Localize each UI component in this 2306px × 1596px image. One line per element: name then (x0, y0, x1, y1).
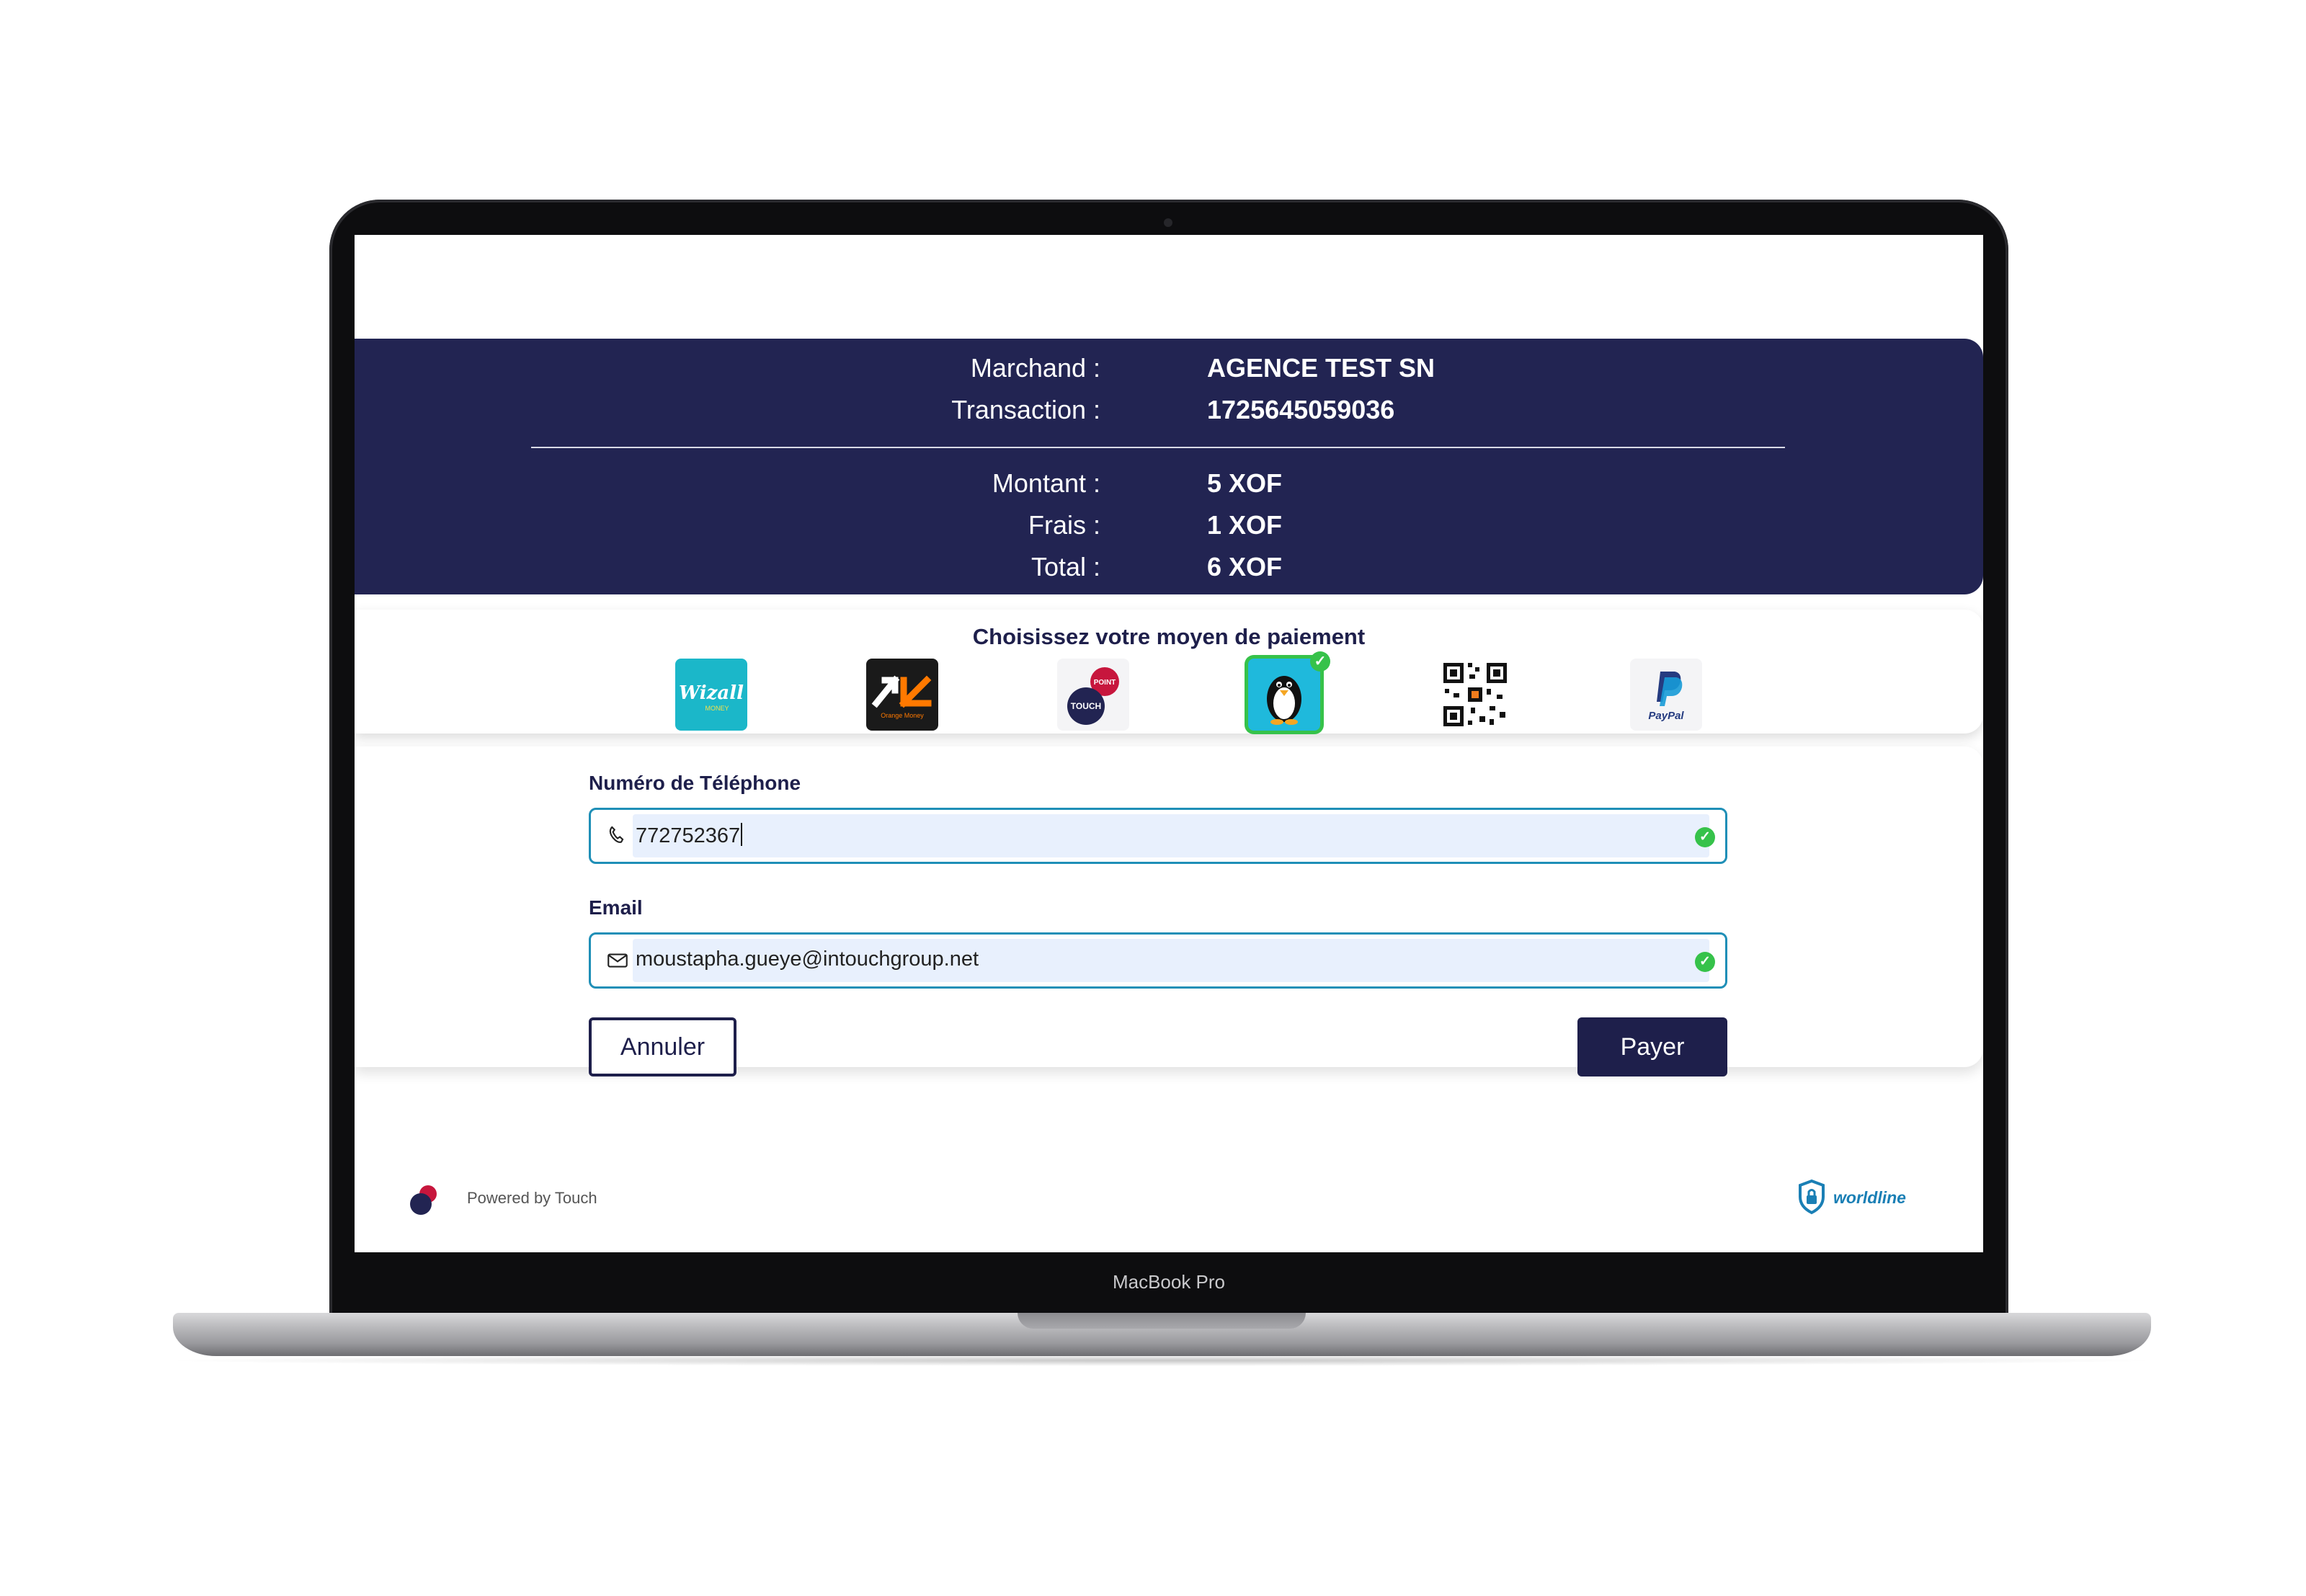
fees-label: Frais : (1028, 510, 1100, 540)
laptop-base (173, 1313, 2151, 1356)
touch-footer-logo-icon (410, 1185, 437, 1215)
wizall-money-option[interactable]: Wizall MONEY (675, 659, 747, 731)
amount-row: Montant : 5 XOF (355, 468, 1983, 504)
laptop-shadow (155, 1355, 2169, 1366)
email-field[interactable]: moustapha.gueye@intouchgroup.net ✓ (589, 932, 1727, 989)
touch-point-option[interactable]: POINT TOUCH (1057, 659, 1129, 731)
camera-dot (1164, 218, 1172, 227)
phone-field[interactable]: 772752367 ✓ (589, 808, 1727, 864)
paypal-option[interactable]: PayPal (1630, 659, 1702, 731)
qr-code-icon (1443, 663, 1507, 726)
worldline-security-badge-icon: worldline (1799, 1179, 1906, 1215)
svg-text:TOUCH: TOUCH (1071, 701, 1101, 711)
merchant-row: Marchand : AGENCE TEST SN (355, 353, 1983, 389)
summary-divider (531, 447, 1785, 448)
payment-methods-title: Choisissez votre moyen de paiement (972, 624, 1366, 649)
cancel-button[interactable]: Annuler (589, 1017, 736, 1076)
touch-point-logo-icon: POINT TOUCH (1067, 667, 1119, 725)
transaction-row: Transaction : 1725645059036 (355, 395, 1983, 431)
svg-text:POINT: POINT (1094, 679, 1116, 687)
email-label: Email (589, 896, 643, 919)
laptop-lid: Marchand : AGENCE TEST SN Transaction : … (329, 200, 2008, 1320)
email-valid-check-icon: ✓ (1695, 952, 1715, 972)
pay-button[interactable]: Payer (1577, 1017, 1727, 1076)
svg-text:Orange Money: Orange Money (881, 712, 924, 719)
email-input[interactable]: moustapha.gueye@intouchgroup.net (636, 948, 979, 971)
text-caret (741, 823, 743, 846)
orange-money-option[interactable]: Orange Money (866, 659, 938, 731)
phone-input-wrapper: 772752367 (636, 823, 743, 848)
mail-icon (607, 953, 628, 968)
qr-code-option[interactable] (1439, 659, 1511, 731)
phone-label: Numéro de Téléphone (589, 772, 801, 794)
merchant-value: AGENCE TEST SN (1207, 353, 1435, 383)
wizall-logo-icon: Wizall MONEY (679, 682, 744, 712)
penguin-logo-icon (1267, 676, 1301, 725)
phone-valid-check-icon: ✓ (1695, 827, 1715, 847)
transaction-value: 1725645059036 (1207, 395, 1395, 424)
orange-money-logo-icon: Orange Money (871, 675, 932, 719)
amount-label: Montant : (992, 468, 1100, 498)
svg-text:MONEY: MONEY (705, 705, 729, 712)
laptop-base-notch (1018, 1313, 1306, 1329)
transaction-label: Transaction : (951, 395, 1100, 424)
worldline-wordmark: worldline (1833, 1188, 1906, 1207)
svg-text:PayPal: PayPal (1648, 710, 1684, 722)
powered-by-text: Powered by Touch (467, 1189, 597, 1207)
total-row: Total : 6 XOF (355, 552, 1983, 588)
transaction-summary: Marchand : AGENCE TEST SN Transaction : … (355, 339, 1983, 594)
total-label: Total : (1030, 552, 1100, 581)
device-label: MacBook Pro (1112, 1271, 1226, 1293)
phone-icon (609, 826, 624, 843)
svg-text:Wizall: Wizall (679, 682, 744, 704)
amount-value: 5 XOF (1207, 468, 1283, 498)
fees-value: 1 XOF (1207, 510, 1283, 540)
selected-check-icon: ✓ (1310, 651, 1330, 672)
fees-row: Frais : 1 XOF (355, 510, 1983, 546)
paypal-logo-icon: PayPal (1648, 672, 1684, 722)
phone-input[interactable]: 772752367 (636, 824, 740, 847)
total-value: 6 XOF (1207, 552, 1283, 581)
penguin-wallet-option[interactable] (1248, 659, 1320, 731)
screen: Marchand : AGENCE TEST SN Transaction : … (355, 235, 1983, 1252)
phone-autofill-highlight (633, 814, 1709, 857)
merchant-label: Marchand : (970, 353, 1100, 383)
payment-methods-panel: Choisissez votre moyen de paiement Wizal… (355, 610, 1983, 734)
